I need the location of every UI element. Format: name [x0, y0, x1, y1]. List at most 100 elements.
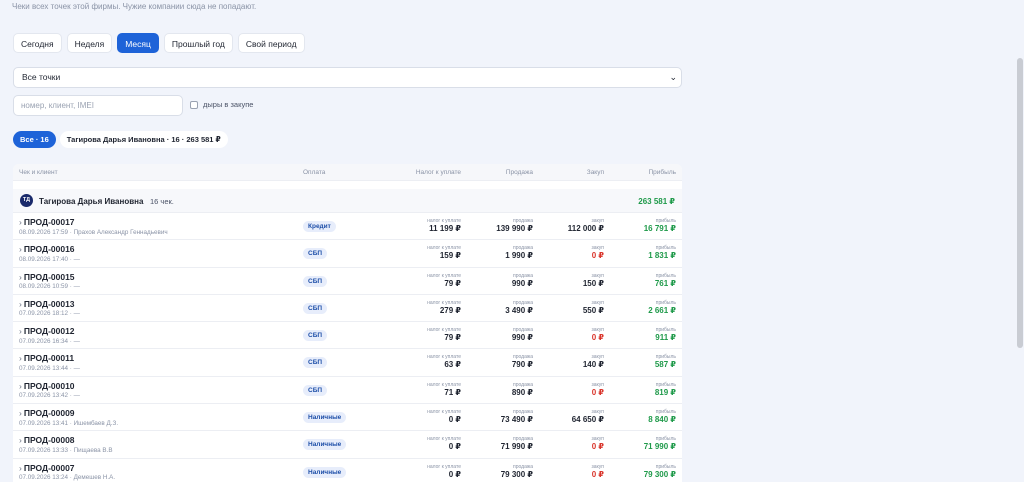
- profit-value: 587 ₽: [654, 360, 676, 370]
- receipt-number: ПРОД-00012: [23, 326, 75, 337]
- cost-cell: закуп 112 000 ₽: [568, 218, 604, 234]
- profit-value: 761 ₽: [654, 278, 676, 288]
- holes-checkbox-label: дыры в закупе: [203, 100, 254, 109]
- sale-cell: продажа 79 300 ₽: [501, 464, 533, 480]
- receipt-id[interactable]: › ПРОД-00017: [19, 217, 75, 227]
- profit-value: 79 300 ₽: [643, 469, 676, 479]
- payment-badge: Кредит: [303, 221, 336, 232]
- receipt-id[interactable]: › ПРОД-00010: [19, 381, 75, 391]
- receipt-id[interactable]: › ПРОД-00015: [19, 272, 75, 282]
- tax-cell: налог к уплате 0 ₽: [427, 409, 461, 425]
- receipt-meta: 07.09.2026 13:42 · —: [19, 392, 80, 400]
- period-custom-button[interactable]: Свой период: [237, 33, 305, 53]
- sale-value: 73 490 ₽: [500, 415, 533, 425]
- tax-label: налог к уплате: [427, 299, 461, 306]
- profit-value: 819 ₽: [654, 387, 676, 397]
- chip-all[interactable]: Все · 16: [13, 131, 56, 148]
- period-today-button[interactable]: Сегодня: [13, 33, 62, 53]
- sale-cell: продажа 71 990 ₽: [501, 436, 533, 452]
- table-row[interactable]: › ПРОД-00016 08.09.2026 17:40 · — СБП налог …: [13, 240, 682, 268]
- period-tabs: Сегодня Неделя Месяц Прошлый год Свой пе…: [13, 33, 305, 53]
- table-row[interactable]: › ПРОД-00012 07.09.2026 16:34 · — СБП налог …: [13, 322, 682, 350]
- holes-checkbox[interactable]: дыры в закупе: [190, 100, 253, 109]
- sale-value: 79 300 ₽: [500, 469, 533, 479]
- table-row[interactable]: › ПРОД-00013 07.09.2026 18:12 · — СБП налог …: [13, 295, 682, 323]
- table-body: › ПРОД-00017 08.09.2026 17:59 · Прахов Але…: [13, 213, 682, 482]
- profit-cell: прибыль 587 ₽: [655, 354, 676, 370]
- table-row[interactable]: › ПРОД-00007 07.09.2026 13:24 · Демешев Н.…: [13, 459, 682, 482]
- tax-value: 0 ₽: [448, 469, 461, 479]
- receipt-id[interactable]: › ПРОД-00012: [19, 326, 75, 336]
- cost-cell: закуп 0 ₽: [591, 327, 604, 343]
- points-select[interactable]: Все точки ⌄: [13, 67, 682, 88]
- cost-label: закуп: [591, 463, 604, 470]
- receipt-id[interactable]: › ПРОД-00009: [19, 408, 75, 418]
- search-input[interactable]: номер, клиент, IMEI: [13, 95, 183, 116]
- receipt-number: ПРОД-00013: [23, 298, 75, 309]
- profit-cell: прибыль 2 661 ₽: [648, 300, 676, 316]
- receipt-number: ПРОД-00008: [23, 435, 75, 446]
- sale-value: 890 ₽: [511, 387, 533, 397]
- receipt-id[interactable]: › ПРОД-00011: [19, 353, 74, 363]
- header-sale: Продажа: [505, 169, 533, 176]
- checkbox-box[interactable]: [190, 100, 198, 109]
- points-select-value: Все точки: [22, 72, 61, 82]
- scrollbar-thumb[interactable]: [1017, 58, 1023, 348]
- receipt-id[interactable]: › ПРОД-00016: [19, 244, 75, 254]
- tax-value: 63 ₽: [444, 360, 461, 370]
- receipt-id[interactable]: › ПРОД-00007: [19, 463, 75, 473]
- cost-cell: закуп 140 ₽: [583, 354, 604, 370]
- tax-cell: налог к уплате 71 ₽: [427, 382, 461, 398]
- page-subtitle: Чеки всех точек этой фирмы. Чужие компан…: [12, 2, 257, 11]
- profit-cell: прибыль 71 990 ₽: [644, 436, 676, 452]
- sale-cell: продажа 139 990 ₽: [496, 218, 533, 234]
- cost-cell: закуп 550 ₽: [583, 300, 604, 316]
- profit-label: прибыль: [655, 272, 676, 279]
- chip-seller[interactable]: Тагирова Дарья Ивановна · 16 · 263 581 ₽: [59, 131, 228, 148]
- sale-value: 71 990 ₽: [500, 442, 533, 452]
- profit-value: 2 661 ₽: [648, 305, 676, 315]
- chevron-down-icon: ⌄: [669, 72, 677, 82]
- sale-value: 1 990 ₽: [505, 251, 533, 261]
- seller-group-header[interactable]: ТД Тагирова Дарья Ивановна 16 чек. 263 5…: [13, 189, 682, 213]
- tax-value: 0 ₽: [448, 415, 461, 425]
- profit-value: 8 840 ₽: [648, 415, 676, 425]
- profit-value: 911 ₽: [655, 333, 676, 343]
- cost-value: 140 ₽: [582, 360, 604, 370]
- table-header: Чек и клиент Оплата Налог к уплате Прода…: [13, 164, 682, 181]
- cost-cell: закуп 150 ₽: [583, 273, 604, 289]
- tax-value: 0 ₽: [448, 442, 461, 452]
- cost-value: 550 ₽: [582, 305, 604, 315]
- period-last-year-button[interactable]: Прошлый год: [163, 33, 233, 53]
- period-month-button[interactable]: Месяц: [117, 33, 159, 53]
- header-payment: Оплата: [303, 169, 326, 176]
- receipt-id[interactable]: › ПРОД-00013: [19, 299, 75, 309]
- tax-cell: налог к уплате 0 ₽: [427, 464, 461, 480]
- table-row[interactable]: › ПРОД-00015 08.09.2026 10:59 · — СБП налог …: [13, 268, 682, 295]
- tax-cell: налог к уплате 63 ₽: [427, 354, 461, 370]
- payment-badge: СБП: [303, 302, 328, 314]
- receipt-id[interactable]: › ПРОД-00008: [19, 435, 75, 445]
- sale-cell: продажа 790 ₽: [512, 354, 533, 370]
- receipt-number: ПРОД-00015: [23, 271, 75, 282]
- chevron-right-icon: ›: [19, 380, 22, 391]
- cost-value: 0 ₽: [591, 333, 604, 343]
- sale-cell: продажа 3 490 ₽: [505, 300, 533, 316]
- sale-cell: продажа 73 490 ₽: [501, 409, 533, 425]
- profit-cell: прибыль 911 ₽: [655, 327, 676, 343]
- table-row[interactable]: › ПРОД-00010 07.09.2026 13:42 · — СБП налог …: [13, 377, 682, 405]
- receipt-number: ПРОД-00011: [23, 353, 75, 364]
- scrollbar[interactable]: [1016, 0, 1024, 482]
- table-row[interactable]: › ПРОД-00008 07.09.2026 13:33 · Пищаева В.…: [13, 431, 682, 459]
- table-row[interactable]: › ПРОД-00009 07.09.2026 13:41 · Ишембаев Д…: [13, 404, 682, 432]
- header-profit: Прибыль: [648, 169, 677, 176]
- payment-badge: СБП: [303, 357, 328, 369]
- tax-label: налог к уплате: [427, 381, 461, 388]
- chevron-right-icon: ›: [19, 326, 22, 337]
- tax-value: 279 ₽: [439, 305, 461, 315]
- table-row[interactable]: › ПРОД-00011 07.09.2026 13:44 · — СБП налог …: [13, 349, 682, 377]
- receipts-table: Чек и клиент Оплата Налог к уплате Прода…: [13, 164, 682, 482]
- receipt-number: ПРОД-00016: [23, 244, 75, 255]
- period-week-button[interactable]: Неделя: [66, 33, 113, 53]
- table-row[interactable]: › ПРОД-00017 08.09.2026 17:59 · Прахов Але…: [13, 213, 682, 241]
